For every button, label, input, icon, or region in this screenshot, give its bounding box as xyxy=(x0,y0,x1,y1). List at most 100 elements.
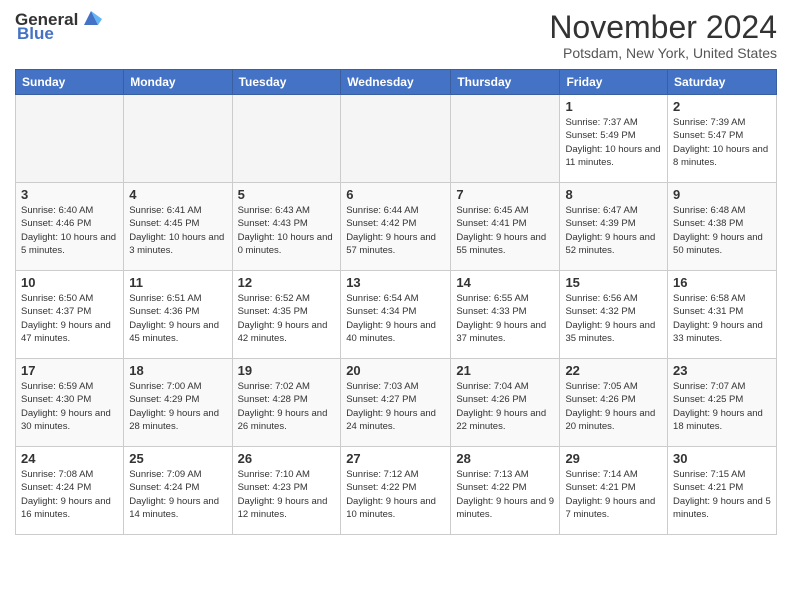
day-cell-29: 29 Sunrise: 7:14 AM Sunset: 4:21 PM Dayli… xyxy=(560,447,668,535)
day-cell-5: 5Sunrise: 6:43 AM Sunset: 4:43 PM Daylig… xyxy=(232,183,341,271)
day-number: 14 xyxy=(456,275,554,290)
day-header-wednesday: Wednesday xyxy=(341,70,451,95)
day-info: Sunrise: 6:50 AM Sunset: 4:37 PM Dayligh… xyxy=(21,292,118,345)
day-info: Sunrise: 7:39 AM Sunset: 5:47 PM Dayligh… xyxy=(673,116,771,169)
day-cell-28: 28Sunrise: 7:13 AM Sunset: 4:22 PM Dayli… xyxy=(451,447,560,535)
day-info: Sunrise: 6:58 AM Sunset: 4:31 PM Dayligh… xyxy=(673,292,771,345)
day-info: Sunrise: 6:43 AM Sunset: 4:43 PM Dayligh… xyxy=(238,204,336,257)
day-info: Sunrise: 7:07 AM Sunset: 4:25 PM Dayligh… xyxy=(673,380,771,433)
day-number: 2 xyxy=(673,99,771,114)
day-cell-6: 6 Sunrise: 6:44 AM Sunset: 4:42 PM Daylig… xyxy=(341,183,451,271)
day-cell-3: 3Sunrise: 6:40 AM Sunset: 4:46 PM Daylig… xyxy=(16,183,124,271)
empty-cell xyxy=(124,95,232,183)
week-row-3: 10 Sunrise: 6:50 AM Sunset: 4:37 PM Dayli… xyxy=(16,271,777,359)
day-cell-27: 27 Sunrise: 7:12 AM Sunset: 4:22 PM Dayli… xyxy=(341,447,451,535)
day-info: Sunrise: 7:10 AM Sunset: 4:23 PM Dayligh… xyxy=(238,468,336,521)
day-cell-11: 11Sunrise: 6:51 AM Sunset: 4:36 PM Dayli… xyxy=(124,271,232,359)
day-header-friday: Friday xyxy=(560,70,668,95)
header: General Blue November 2024 Potsdam, New … xyxy=(15,10,777,61)
day-cell-18: 18 Sunrise: 7:00 AM Sunset: 4:29 PM Dayli… xyxy=(124,359,232,447)
day-info: Sunrise: 6:40 AM Sunset: 4:46 PM Dayligh… xyxy=(21,204,118,257)
location: Potsdam, New York, United States xyxy=(549,45,777,61)
empty-cell xyxy=(232,95,341,183)
day-number: 18 xyxy=(129,363,226,378)
day-number: 22 xyxy=(565,363,662,378)
day-info: Sunrise: 6:54 AM Sunset: 4:34 PM Dayligh… xyxy=(346,292,445,345)
day-cell-19: 19 Sunrise: 7:02 AM Sunset: 4:28 PM Dayli… xyxy=(232,359,341,447)
day-cell-13: 13 Sunrise: 6:54 AM Sunset: 4:34 PM Dayli… xyxy=(341,271,451,359)
day-cell-2: 2 Sunrise: 7:39 AM Sunset: 5:47 PM Daylig… xyxy=(668,95,777,183)
day-header-saturday: Saturday xyxy=(668,70,777,95)
day-number: 19 xyxy=(238,363,336,378)
day-info: Sunrise: 7:15 AM Sunset: 4:21 PM Dayligh… xyxy=(673,468,771,521)
day-info: Sunrise: 6:51 AM Sunset: 4:36 PM Dayligh… xyxy=(129,292,226,345)
day-number: 17 xyxy=(21,363,118,378)
day-number: 20 xyxy=(346,363,445,378)
day-cell-17: 17 Sunrise: 6:59 AM Sunset: 4:30 PM Dayli… xyxy=(16,359,124,447)
day-number: 12 xyxy=(238,275,336,290)
day-header-thursday: Thursday xyxy=(451,70,560,95)
day-cell-8: 8 Sunrise: 6:47 AM Sunset: 4:39 PM Daylig… xyxy=(560,183,668,271)
day-number: 26 xyxy=(238,451,336,466)
logo: General Blue xyxy=(15,10,102,44)
day-info: Sunrise: 6:47 AM Sunset: 4:39 PM Dayligh… xyxy=(565,204,662,257)
day-info: Sunrise: 7:14 AM Sunset: 4:21 PM Dayligh… xyxy=(565,468,662,521)
day-cell-22: 22 Sunrise: 7:05 AM Sunset: 4:26 PM Dayli… xyxy=(560,359,668,447)
day-number: 13 xyxy=(346,275,445,290)
day-cell-4: 4Sunrise: 6:41 AM Sunset: 4:45 PM Daylig… xyxy=(124,183,232,271)
day-info: Sunrise: 6:48 AM Sunset: 4:38 PM Dayligh… xyxy=(673,204,771,257)
day-cell-16: 16 Sunrise: 6:58 AM Sunset: 4:31 PM Dayli… xyxy=(668,271,777,359)
title-block: November 2024 Potsdam, New York, United … xyxy=(549,10,777,61)
week-row-2: 3Sunrise: 6:40 AM Sunset: 4:46 PM Daylig… xyxy=(16,183,777,271)
day-number: 23 xyxy=(673,363,771,378)
day-number: 21 xyxy=(456,363,554,378)
day-info: Sunrise: 6:44 AM Sunset: 4:42 PM Dayligh… xyxy=(346,204,445,257)
day-info: Sunrise: 6:55 AM Sunset: 4:33 PM Dayligh… xyxy=(456,292,554,345)
day-info: Sunrise: 7:05 AM Sunset: 4:26 PM Dayligh… xyxy=(565,380,662,433)
day-cell-12: 12 Sunrise: 6:52 AM Sunset: 4:35 PM Dayli… xyxy=(232,271,341,359)
day-number: 6 xyxy=(346,187,445,202)
day-number: 27 xyxy=(346,451,445,466)
day-header-monday: Monday xyxy=(124,70,232,95)
logo-blue-text: Blue xyxy=(17,24,54,44)
day-cell-10: 10 Sunrise: 6:50 AM Sunset: 4:37 PM Dayli… xyxy=(16,271,124,359)
day-number: 4 xyxy=(129,187,226,202)
day-info: Sunrise: 7:12 AM Sunset: 4:22 PM Dayligh… xyxy=(346,468,445,521)
month-title: November 2024 xyxy=(549,10,777,45)
day-info: Sunrise: 7:08 AM Sunset: 4:24 PM Dayligh… xyxy=(21,468,118,521)
day-info: Sunrise: 7:02 AM Sunset: 4:28 PM Dayligh… xyxy=(238,380,336,433)
day-number: 30 xyxy=(673,451,771,466)
empty-cell xyxy=(16,95,124,183)
day-number: 15 xyxy=(565,275,662,290)
day-number: 10 xyxy=(21,275,118,290)
day-number: 29 xyxy=(565,451,662,466)
day-number: 9 xyxy=(673,187,771,202)
day-header-sunday: Sunday xyxy=(16,70,124,95)
day-info: Sunrise: 7:03 AM Sunset: 4:27 PM Dayligh… xyxy=(346,380,445,433)
day-number: 8 xyxy=(565,187,662,202)
week-row-4: 17 Sunrise: 6:59 AM Sunset: 4:30 PM Dayli… xyxy=(16,359,777,447)
day-info: Sunrise: 6:52 AM Sunset: 4:35 PM Dayligh… xyxy=(238,292,336,345)
week-row-1: 1 Sunrise: 7:37 AM Sunset: 5:49 PM Daylig… xyxy=(16,95,777,183)
day-info: Sunrise: 7:00 AM Sunset: 4:29 PM Dayligh… xyxy=(129,380,226,433)
day-number: 16 xyxy=(673,275,771,290)
day-cell-14: 14 Sunrise: 6:55 AM Sunset: 4:33 PM Dayli… xyxy=(451,271,560,359)
page: General Blue November 2024 Potsdam, New … xyxy=(0,0,792,612)
day-number: 7 xyxy=(456,187,554,202)
day-number: 24 xyxy=(21,451,118,466)
day-info: Sunrise: 6:59 AM Sunset: 4:30 PM Dayligh… xyxy=(21,380,118,433)
empty-cell xyxy=(451,95,560,183)
day-number: 25 xyxy=(129,451,226,466)
day-info: Sunrise: 6:45 AM Sunset: 4:41 PM Dayligh… xyxy=(456,204,554,257)
day-info: Sunrise: 7:37 AM Sunset: 5:49 PM Dayligh… xyxy=(565,116,662,169)
day-number: 28 xyxy=(456,451,554,466)
day-info: Sunrise: 6:56 AM Sunset: 4:32 PM Dayligh… xyxy=(565,292,662,345)
day-cell-15: 15 Sunrise: 6:56 AM Sunset: 4:32 PM Dayli… xyxy=(560,271,668,359)
day-cell-24: 24 Sunrise: 7:08 AM Sunset: 4:24 PM Dayli… xyxy=(16,447,124,535)
day-info: Sunrise: 7:04 AM Sunset: 4:26 PM Dayligh… xyxy=(456,380,554,433)
day-cell-20: 20 Sunrise: 7:03 AM Sunset: 4:27 PM Dayli… xyxy=(341,359,451,447)
day-cell-23: 23 Sunrise: 7:07 AM Sunset: 4:25 PM Dayli… xyxy=(668,359,777,447)
day-number: 1 xyxy=(565,99,662,114)
day-info: Sunrise: 7:09 AM Sunset: 4:24 PM Dayligh… xyxy=(129,468,226,521)
logo-icon xyxy=(80,7,102,29)
